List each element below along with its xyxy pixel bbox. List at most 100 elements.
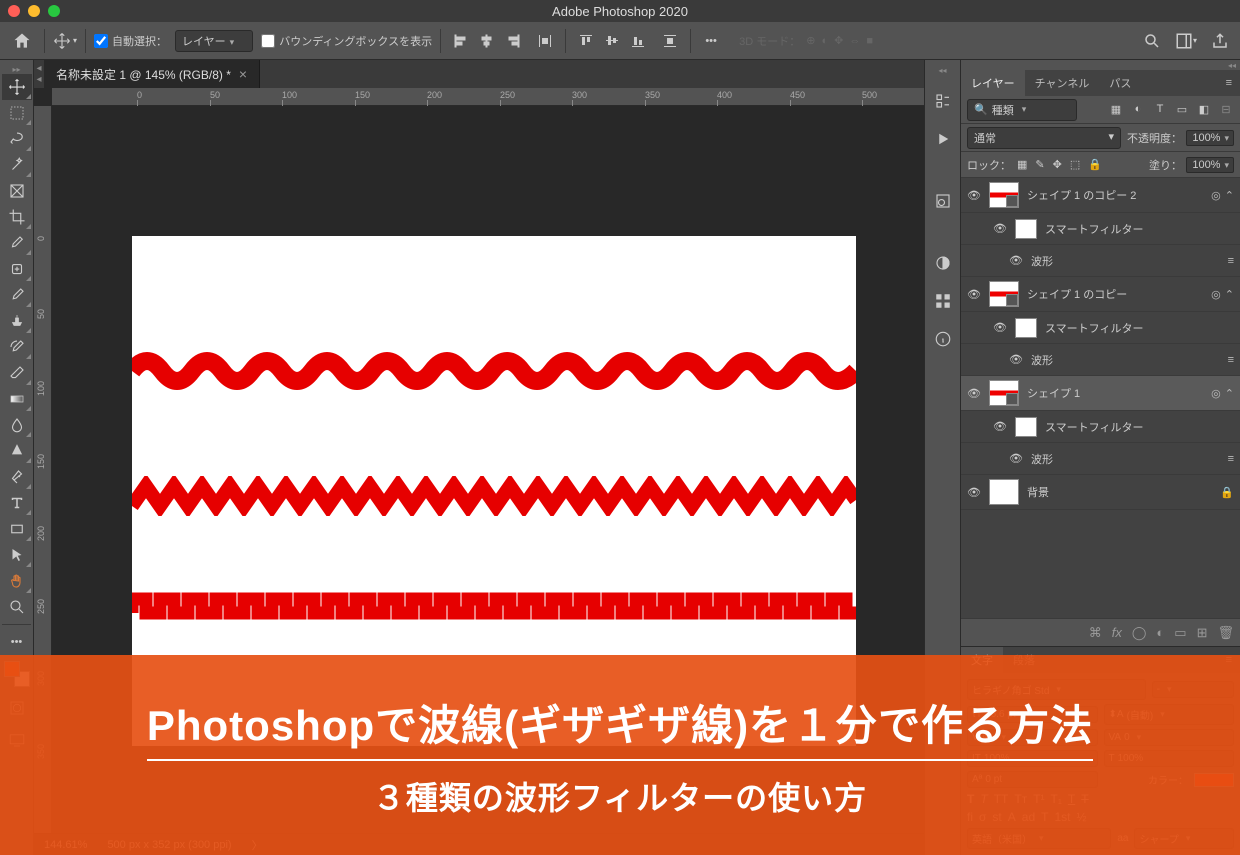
eyedropper-tool[interactable] bbox=[2, 230, 32, 256]
visibility-toggle-icon[interactable]: 👁 bbox=[967, 189, 981, 202]
lock-transparency-icon[interactable]: ▦ bbox=[1017, 158, 1027, 171]
align-center-h-icon[interactable] bbox=[475, 29, 499, 53]
path-selection-tool[interactable] bbox=[2, 542, 32, 568]
filter-options-icon[interactable]: ≡ bbox=[1228, 255, 1234, 267]
close-window-button[interactable] bbox=[8, 5, 20, 17]
lock-pixels-icon[interactable]: ✎ bbox=[1035, 158, 1044, 171]
new-adjustment-icon[interactable]: ◐ bbox=[1156, 625, 1164, 640]
bounding-box-checkbox[interactable]: バウンディングボックスを表示 bbox=[261, 33, 432, 49]
layer-thumbnail[interactable] bbox=[989, 380, 1019, 406]
hand-tool[interactable] bbox=[2, 568, 32, 594]
delete-layer-icon[interactable]: 🗑 bbox=[1217, 625, 1234, 641]
filter-shape-icon[interactable]: ▭ bbox=[1174, 103, 1190, 116]
layer-name[interactable]: シェイプ 1 のコピー 2 bbox=[1027, 187, 1203, 203]
swatches-panel-icon[interactable] bbox=[930, 288, 956, 314]
smart-filters-row[interactable]: 👁 スマートフィルター bbox=[961, 411, 1240, 443]
distribute-h-icon[interactable] bbox=[533, 29, 557, 53]
filter-effects-icon[interactable]: ◎ bbox=[1211, 189, 1221, 202]
layer-row[interactable]: 👁 シェイプ 1 のコピー ◎ ⌃ bbox=[961, 277, 1240, 312]
auto-select-target-dropdown[interactable]: レイヤー bbox=[175, 30, 253, 52]
panel-menu-icon[interactable]: ≡ bbox=[1218, 77, 1240, 89]
visibility-toggle-icon[interactable]: 👁 bbox=[967, 288, 981, 301]
align-top-icon[interactable] bbox=[574, 29, 598, 53]
visibility-toggle-icon[interactable]: 👁 bbox=[1009, 452, 1023, 465]
auto-select-check[interactable] bbox=[94, 34, 108, 48]
lock-all-icon[interactable]: 🔒 bbox=[1088, 158, 1102, 171]
more-options-icon[interactable]: ••• bbox=[699, 29, 723, 53]
expand-icon[interactable]: ⌃ bbox=[1225, 189, 1234, 202]
dodge-tool[interactable] bbox=[2, 438, 32, 464]
filter-options-icon[interactable]: ≡ bbox=[1228, 453, 1234, 465]
history-brush-tool[interactable] bbox=[2, 334, 32, 360]
layer-thumbnail[interactable] bbox=[989, 479, 1019, 505]
rectangle-tool[interactable] bbox=[2, 516, 32, 542]
filter-name[interactable]: 波形 bbox=[1031, 451, 1220, 467]
visibility-toggle-icon[interactable]: 👁 bbox=[1009, 353, 1023, 366]
properties-panel-icon[interactable] bbox=[930, 88, 956, 114]
crop-tool[interactable] bbox=[2, 204, 32, 230]
layer-effects-icon[interactable]: fx bbox=[1112, 625, 1122, 640]
visibility-toggle-icon[interactable]: 👁 bbox=[967, 486, 981, 499]
mask-thumbnail[interactable] bbox=[1015, 417, 1037, 437]
filter-adjustment-icon[interactable]: ◐ bbox=[1130, 103, 1146, 116]
filter-type-dropdown[interactable]: 🔍 種類 bbox=[967, 99, 1077, 121]
collapse-grip-icon[interactable]: ▸▸ bbox=[0, 64, 33, 74]
collapse-grip-icon[interactable]: ◂◂ bbox=[34, 60, 44, 88]
mask-thumbnail[interactable] bbox=[1015, 318, 1037, 338]
filter-options-icon[interactable]: ≡ bbox=[1228, 354, 1234, 366]
filter-pixel-icon[interactable]: ▦ bbox=[1108, 103, 1124, 116]
document-tab[interactable]: 名称未設定 1 @ 145% (RGB/8) * × bbox=[44, 60, 260, 88]
zoom-tool[interactable] bbox=[2, 594, 32, 620]
layer-thumbnail[interactable] bbox=[989, 281, 1019, 307]
mask-thumbnail[interactable] bbox=[1015, 219, 1037, 239]
filter-effects-icon[interactable]: ◎ bbox=[1211, 387, 1221, 400]
align-center-v-icon[interactable] bbox=[600, 29, 624, 53]
new-layer-icon[interactable]: ⊞ bbox=[1197, 625, 1208, 641]
filter-toggle-icon[interactable]: ⊟ bbox=[1218, 103, 1234, 116]
bounding-box-check[interactable] bbox=[261, 34, 275, 48]
align-left-icon[interactable] bbox=[449, 29, 473, 53]
maximize-window-button[interactable] bbox=[48, 5, 60, 17]
filter-row[interactable]: 👁 波形 ≡ bbox=[961, 443, 1240, 475]
align-right-icon[interactable] bbox=[501, 29, 525, 53]
info-panel-icon[interactable] bbox=[930, 326, 956, 352]
move-tool[interactable] bbox=[2, 74, 32, 100]
tab-layers[interactable]: レイヤー bbox=[961, 70, 1025, 96]
blur-tool[interactable] bbox=[2, 412, 32, 438]
type-tool[interactable] bbox=[2, 490, 32, 516]
layer-name[interactable]: シェイプ 1 のコピー bbox=[1027, 286, 1203, 302]
magic-wand-tool[interactable] bbox=[2, 152, 32, 178]
clone-stamp-tool[interactable] bbox=[2, 308, 32, 334]
layer-name[interactable]: シェイプ 1 bbox=[1027, 385, 1203, 401]
fill-input[interactable]: 100% bbox=[1186, 157, 1234, 173]
layer-row[interactable]: 👁 背景 🔒 bbox=[961, 475, 1240, 510]
blend-mode-dropdown[interactable]: 通常▾ bbox=[967, 127, 1121, 149]
link-layers-icon[interactable]: ⌘ bbox=[1089, 625, 1102, 641]
filter-row[interactable]: 👁 波形 ≡ bbox=[961, 344, 1240, 376]
lasso-tool[interactable] bbox=[2, 126, 32, 152]
expand-icon[interactable]: ⌃ bbox=[1225, 288, 1234, 301]
brush-tool[interactable] bbox=[2, 282, 32, 308]
add-mask-icon[interactable]: ◯ bbox=[1132, 625, 1147, 641]
home-button[interactable] bbox=[8, 27, 36, 55]
color-panel-icon[interactable] bbox=[930, 250, 956, 276]
gradient-tool[interactable] bbox=[2, 386, 32, 412]
play-panel-icon[interactable] bbox=[930, 126, 956, 152]
edit-toolbar-button[interactable]: ••• bbox=[2, 629, 32, 655]
visibility-toggle-icon[interactable]: 👁 bbox=[993, 420, 1007, 433]
align-bottom-icon[interactable] bbox=[626, 29, 650, 53]
new-group-icon[interactable]: ▭ bbox=[1174, 625, 1186, 641]
layer-name[interactable]: 背景 bbox=[1027, 484, 1212, 500]
filter-row[interactable]: 👁 波形 ≡ bbox=[961, 245, 1240, 277]
filter-type-icon[interactable]: T bbox=[1152, 103, 1168, 116]
adjustments-panel-icon[interactable] bbox=[930, 188, 956, 214]
smart-filters-row[interactable]: 👁 スマートフィルター bbox=[961, 213, 1240, 245]
collapse-grip-icon[interactable]: ◂◂ bbox=[961, 60, 1240, 70]
filter-effects-icon[interactable]: ◎ bbox=[1211, 288, 1221, 301]
filter-name[interactable]: 波形 bbox=[1031, 352, 1220, 368]
visibility-toggle-icon[interactable]: 👁 bbox=[993, 321, 1007, 334]
healing-brush-tool[interactable] bbox=[2, 256, 32, 282]
search-icon[interactable] bbox=[1140, 29, 1164, 53]
tab-paths[interactable]: パス bbox=[1099, 70, 1141, 96]
visibility-toggle-icon[interactable]: 👁 bbox=[1009, 254, 1023, 267]
